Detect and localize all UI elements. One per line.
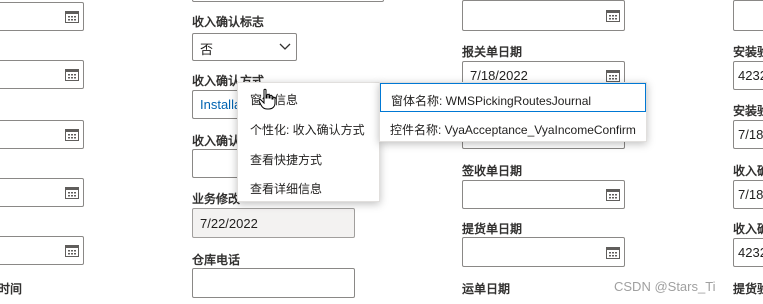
date-field-4[interactable] (0, 178, 84, 207)
menu-item-view-details[interactable]: 查看详细信息 (250, 180, 322, 197)
calendar-icon[interactable] (606, 9, 620, 22)
income1-field[interactable]: 7/18 (733, 180, 763, 209)
income1-label: 收入确 (733, 164, 763, 178)
calendar-icon[interactable] (606, 246, 620, 259)
form-name-text: 窗体名称: WMSPickingRoutesJournal (391, 94, 592, 108)
top-field-col4[interactable] (733, 0, 763, 31)
install1-value: 4232 (738, 68, 763, 83)
install1-label: 安装验 (733, 45, 763, 59)
time-label: 时间 (0, 282, 23, 296)
income-flag-label: 收入确认标志 (192, 15, 265, 29)
form-info-submenu: 窗体名称: WMSPickingRoutesJournal 控件名称: VyaA… (379, 82, 647, 142)
calendar-icon[interactable] (65, 128, 79, 141)
income-method-value[interactable]: Installa (200, 97, 241, 112)
date-field-3[interactable] (0, 120, 84, 149)
chevron-down-icon (279, 43, 291, 50)
pickup-date-label: 提货单日期 (462, 222, 523, 236)
menu-item-view-shortcuts[interactable]: 查看快捷方式 (250, 151, 322, 168)
date-field-5[interactable] (0, 236, 84, 265)
control-name-text[interactable]: 控件名称: VyaAcceptance_VyaIncomeConfirm (390, 121, 636, 138)
biz-modify-value: 7/22/2022 (200, 216, 258, 231)
date-field-1[interactable] (0, 2, 84, 31)
income-flag-select[interactable]: 否 (192, 33, 297, 61)
pickup-date-field[interactable] (462, 237, 625, 267)
income-flag-value: 否 (200, 42, 214, 57)
calendar-icon[interactable] (65, 10, 79, 23)
top-field-col2[interactable] (192, 0, 384, 2)
biz-modify-field: 7/22/2022 (192, 208, 355, 238)
income2-field[interactable]: 4232 (733, 238, 763, 267)
top-date-field-col3[interactable] (462, 0, 625, 31)
sign-date-label: 签收单日期 (462, 164, 523, 178)
income-date-label: 收入确认 (192, 134, 241, 148)
menu-item-personalize[interactable]: 个性化: 收入确认方式 (250, 121, 365, 138)
date-field-2[interactable] (0, 60, 84, 89)
calendar-icon[interactable] (65, 244, 79, 257)
calendar-icon[interactable] (65, 186, 79, 199)
waybill-date-label: 运单日期 (462, 282, 511, 296)
install2-value: 7/18 (738, 127, 763, 142)
install2-label: 安装验 (733, 104, 763, 118)
income1-value: 7/18 (738, 187, 763, 202)
form-name-row[interactable]: 窗体名称: WMSPickingRoutesJournal (380, 83, 646, 112)
hand-cursor-icon (258, 88, 276, 110)
income2-label: 收入确 (733, 222, 763, 236)
calendar-icon[interactable] (65, 68, 79, 81)
pickup-check-label: 提货验 (733, 282, 763, 296)
income2-value: 4232 (738, 245, 763, 260)
warehouse-phone-field[interactable] (192, 268, 355, 298)
calendar-icon[interactable] (606, 69, 620, 82)
watermark-text: CSDN @Stars_Ti (614, 279, 716, 294)
customs-date-value: 7/18/2022 (470, 68, 528, 83)
sign-date-field[interactable] (462, 180, 625, 209)
install2-field[interactable]: 7/18 (733, 120, 763, 149)
calendar-icon[interactable] (606, 188, 620, 201)
biz-modify-label: 业务修改 (192, 192, 241, 206)
install1-field[interactable]: 4232 (733, 61, 763, 90)
warehouse-phone-label: 仓库电话 (192, 253, 241, 267)
customs-date-label: 报关单日期 (462, 45, 523, 59)
income-date-field[interactable] (192, 149, 242, 178)
